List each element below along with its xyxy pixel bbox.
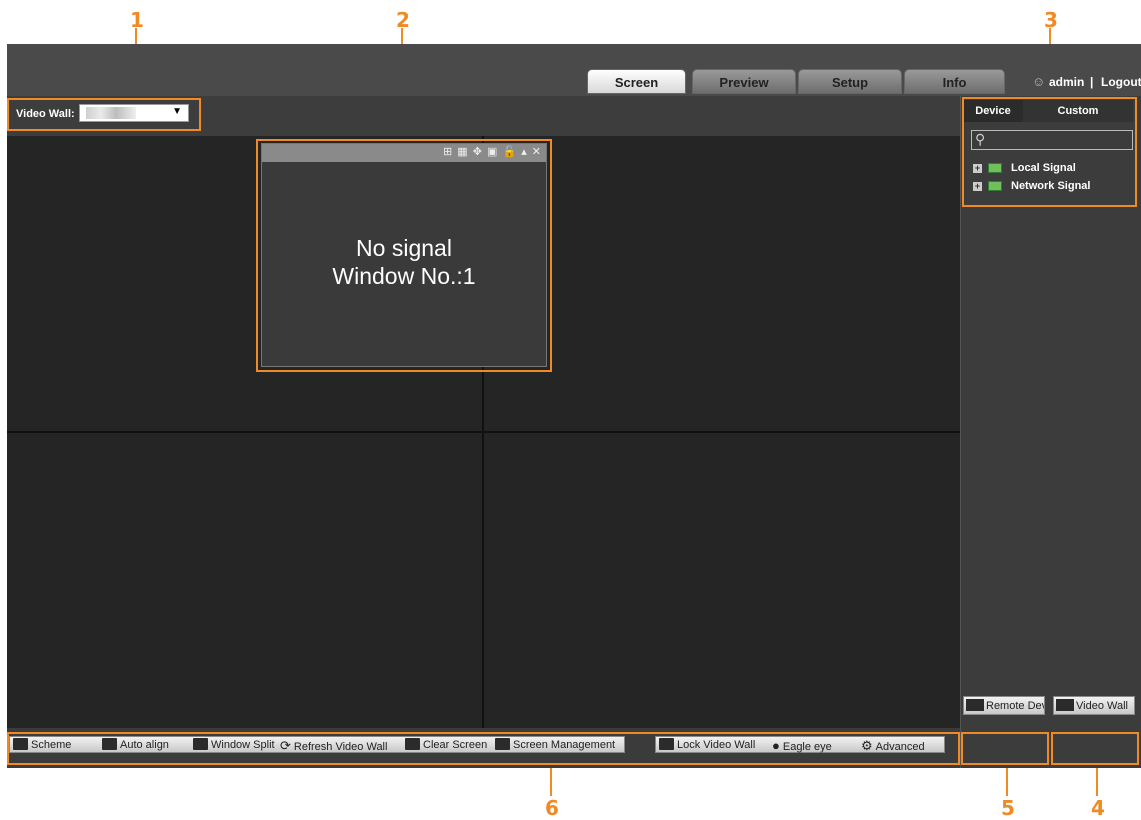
monitor-icon xyxy=(988,163,1002,174)
callout-4: 4 xyxy=(1091,796,1105,820)
app-window: Screen Preview Setup Info ☺ admin | Logo… xyxy=(7,44,1141,768)
eagle-eye-label: Eagle eye xyxy=(782,741,832,753)
tab-device[interactable]: Device xyxy=(963,100,1023,122)
screen-management-label: Screen Management xyxy=(513,739,616,751)
tab-setup[interactable]: Setup xyxy=(798,69,902,94)
refresh-video-wall-button[interactable]: ⟳ Refresh Video Wall xyxy=(280,737,387,754)
auto-align-label: Auto align xyxy=(120,739,169,751)
user-icon: ☺ xyxy=(1032,74,1046,89)
bottom-toolbar: Scheme Auto align Window Split ⟳ Refresh … xyxy=(7,728,960,768)
scheme-label: Scheme xyxy=(31,739,72,751)
window-split-button[interactable]: Window Split xyxy=(193,737,275,754)
tab-custom[interactable]: Custom xyxy=(1023,100,1133,122)
lock-grid-icon xyxy=(659,738,674,750)
window-control-icons[interactable]: ⊞ ▦ ✥ ▣ 🔓 ▴ ✕ xyxy=(443,145,542,158)
advanced-label: Advanced xyxy=(875,741,925,753)
lock-label: Lock Video Wall xyxy=(677,739,756,751)
tree-item-local-signal[interactable]: + Local Signal xyxy=(973,162,1076,174)
username: admin xyxy=(1049,75,1085,89)
window-titlebar: ⊞ ▦ ✥ ▣ 🔓 ▴ ✕ xyxy=(262,144,546,162)
tree-label: Network Signal xyxy=(1011,180,1091,192)
scheme-button[interactable]: Scheme xyxy=(13,737,71,754)
video-wall-label: Video Wall xyxy=(1076,700,1128,712)
video-wall-select[interactable]: ▼ xyxy=(79,104,189,122)
tab-info[interactable]: Info xyxy=(904,69,1005,94)
scheme-icon xyxy=(13,738,28,750)
remote-device-label: Remote Dev xyxy=(986,700,1045,712)
callout-3: 3 xyxy=(1044,8,1058,32)
user-separator: | xyxy=(1090,75,1094,89)
clear-screen-button[interactable]: Clear Screen xyxy=(405,737,487,754)
top-bar: Screen Preview Setup Info ☺ admin | Logo… xyxy=(7,44,1141,96)
monitor-icon xyxy=(495,738,510,750)
callout-1: 1 xyxy=(130,8,144,32)
window-number-text: Window No.:1 xyxy=(332,263,476,289)
grid-divider-horizontal xyxy=(7,431,960,433)
auto-align-button[interactable]: Auto align xyxy=(102,737,169,754)
tree-label: Local Signal xyxy=(1011,162,1076,174)
screenshot: 1 2 3 4 5 6 Screen Preview Setup Info ☺ … xyxy=(0,0,1141,820)
screen-management-button[interactable]: Screen Management xyxy=(495,737,615,754)
expand-icon[interactable]: + xyxy=(973,181,982,191)
location-pin-icon: ● xyxy=(772,738,780,753)
expand-icon[interactable]: + xyxy=(973,163,982,173)
callout-5-line xyxy=(1006,766,1008,796)
eagle-eye-button[interactable]: ● Eagle eye xyxy=(772,737,832,754)
clear-label: Clear Screen xyxy=(423,739,488,751)
window-status: No signal Window No.:1 xyxy=(262,234,546,290)
tree-item-network-signal[interactable]: + Network Signal xyxy=(973,180,1090,192)
refresh-icon: ⟳ xyxy=(280,738,291,753)
callout-4-line xyxy=(1096,766,1098,796)
clear-icon xyxy=(405,738,420,750)
video-wall-button[interactable]: Video Wall xyxy=(1053,696,1135,715)
network-monitor-icon xyxy=(988,181,1002,192)
advanced-button[interactable]: ⚙ Advanced xyxy=(861,737,925,754)
refresh-label: Refresh Video Wall xyxy=(293,741,388,753)
callout-6-line xyxy=(550,766,552,796)
align-icon xyxy=(102,738,117,750)
video-wall-icon xyxy=(1056,699,1074,711)
signal-window[interactable]: ⊞ ▦ ✥ ▣ 🔓 ▴ ✕ No signal Window No.:1 xyxy=(261,143,547,367)
tab-preview[interactable]: Preview xyxy=(692,69,796,94)
callout-6: 6 xyxy=(545,796,559,820)
tab-screen[interactable]: Screen xyxy=(587,69,686,94)
search-icon: ⚲ xyxy=(975,131,986,147)
split-icon xyxy=(193,738,208,750)
video-wall-label: Video Wall: xyxy=(16,108,75,120)
toolbar-group-right: Lock Video Wall ● Eagle eye ⚙ Advanced xyxy=(655,736,945,753)
remote-device-icon xyxy=(966,699,984,711)
remote-device-button[interactable]: Remote Dev xyxy=(963,696,1045,715)
callout-2: 2 xyxy=(396,8,410,32)
logout-link[interactable]: Logout xyxy=(1101,75,1141,89)
callout-5: 5 xyxy=(1001,796,1015,820)
signal-search-input[interactable]: ⚲ xyxy=(971,130,1133,150)
no-signal-text: No signal xyxy=(356,235,452,261)
dropdown-arrow-icon: ▼ xyxy=(172,106,182,117)
blurred-wall-name xyxy=(86,107,136,119)
toolbar-group-left: Scheme Auto align Window Split ⟳ Refresh … xyxy=(9,736,625,753)
lock-video-wall-button[interactable]: Lock Video Wall xyxy=(659,737,755,754)
window-split-label: Window Split xyxy=(211,739,275,751)
gear-icon: ⚙ xyxy=(861,738,873,753)
signal-panel: Device Custom ⚲ + Local Signal + Network S… xyxy=(960,96,1141,768)
